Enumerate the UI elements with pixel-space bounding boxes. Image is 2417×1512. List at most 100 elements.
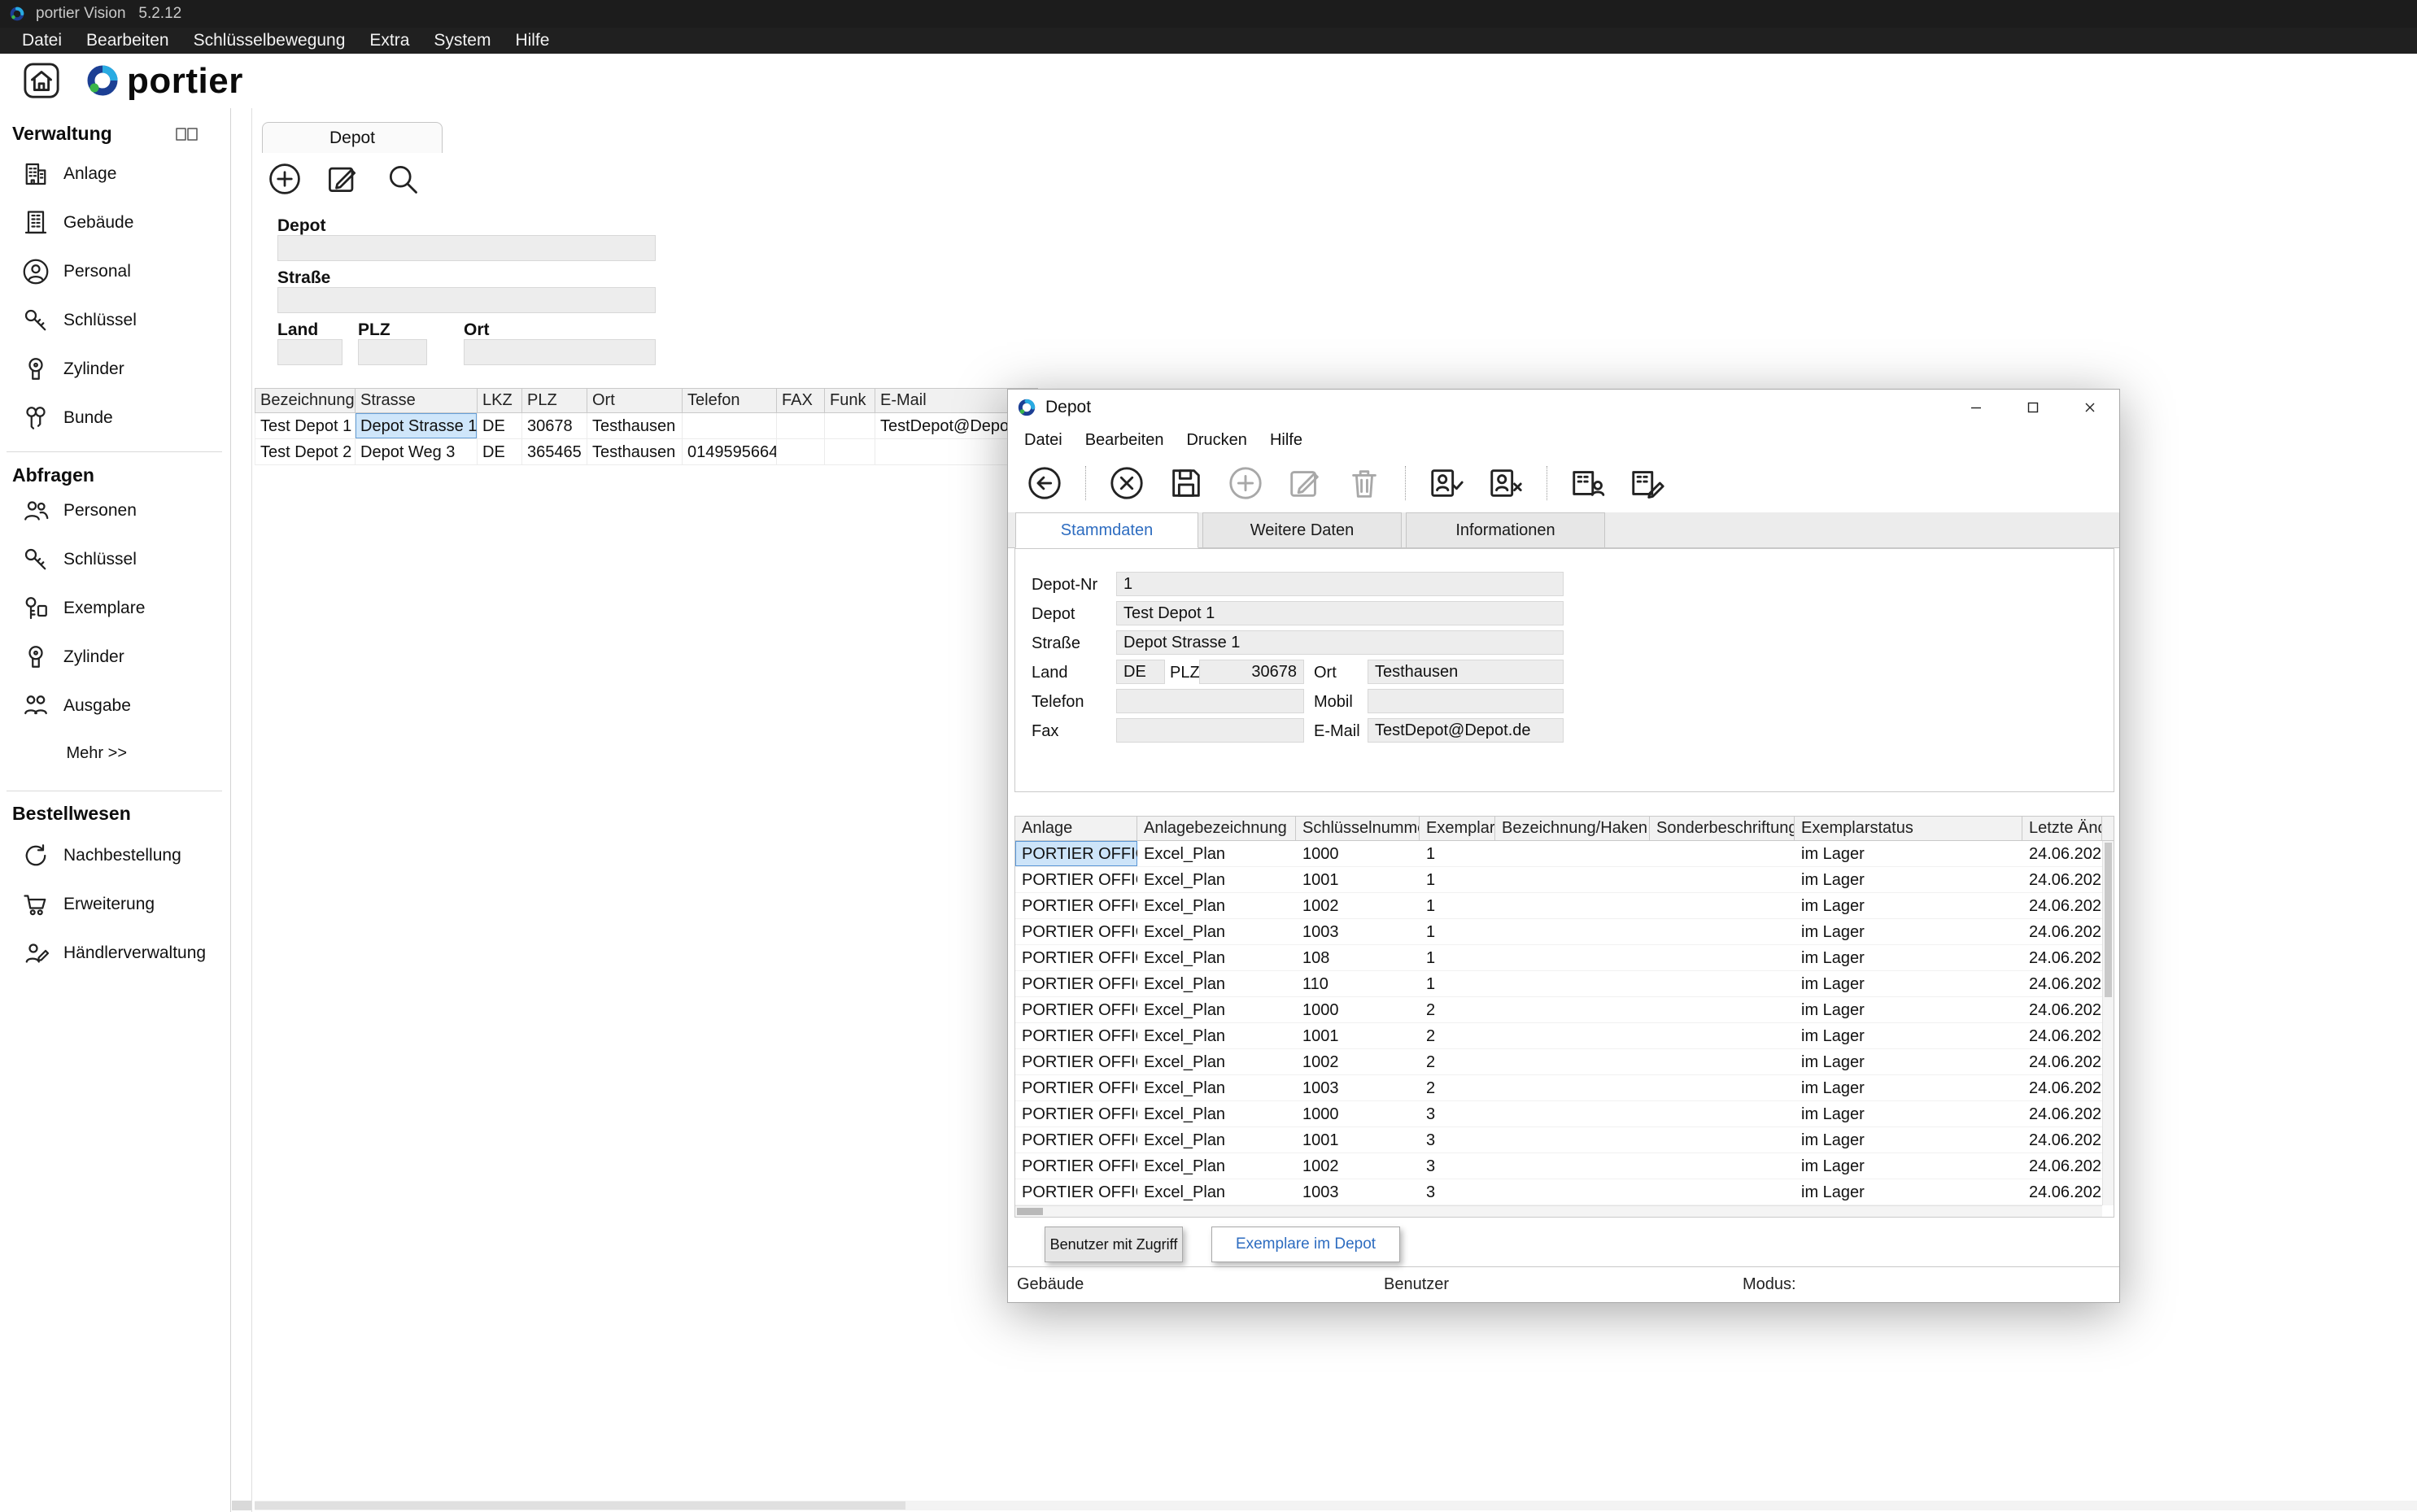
- menu-item[interactable]: Hilfe: [1259, 425, 1314, 455]
- table-row[interactable]: PORTIER OFFICE Excel_Plan 1003 3 im Lage…: [1015, 1179, 2114, 1205]
- horizontal-scrollbar[interactable]: [255, 1501, 2417, 1510]
- column-header[interactable]: LKZ: [478, 389, 522, 413]
- column-header[interactable]: Funk: [825, 389, 875, 413]
- add-icon[interactable]: [1227, 464, 1264, 502]
- sidebar-item[interactable]: Zylinder: [0, 345, 230, 394]
- column-header[interactable]: Strasse: [356, 389, 478, 413]
- more-link[interactable]: Mehr >>: [67, 744, 127, 763]
- column-header[interactable]: Exemplarstatus: [1795, 817, 2022, 841]
- telefon-input[interactable]: [1116, 689, 1304, 713]
- tab-informationen[interactable]: Informationen: [1406, 512, 1605, 547]
- tab-benutzer-mit-zugriff[interactable]: Benutzer mit Zugriff: [1045, 1227, 1183, 1262]
- edit-icon[interactable]: [1286, 464, 1324, 502]
- column-header[interactable]: Exemplar: [1420, 817, 1495, 841]
- table-row[interactable]: Test Depot 2 Depot Weg 3 DE 365465 Testh…: [255, 439, 1038, 465]
- strasse-input[interactable]: [1116, 630, 1564, 655]
- fax-input[interactable]: [1116, 718, 1304, 743]
- panel-toggle-icon[interactable]: [176, 125, 199, 143]
- ort-input[interactable]: [1368, 660, 1564, 684]
- table-row[interactable]: Test Depot 1 Depot Strasse 1 DE 30678 Te…: [255, 413, 1038, 439]
- menu-item[interactable]: Datei: [1013, 425, 1074, 455]
- depot-edit-icon[interactable]: [1629, 464, 1666, 502]
- sidebar-item[interactable]: Schlüssel: [0, 535, 230, 584]
- user-access-remove-icon[interactable]: [1487, 464, 1525, 502]
- column-header[interactable]: Bezeichnung/Haken: [1495, 817, 1650, 841]
- filter-strasse-input[interactable]: [277, 287, 656, 313]
- back-icon[interactable]: [1026, 464, 1063, 502]
- column-header[interactable]: PLZ: [522, 389, 587, 413]
- column-header[interactable]: FAX: [777, 389, 825, 413]
- menu-item[interactable]: Extra: [357, 28, 421, 54]
- column-header[interactable]: Ort: [587, 389, 683, 413]
- vertical-scrollbar-thumb[interactable]: [2105, 843, 2112, 997]
- filter-land-input[interactable]: [277, 339, 342, 365]
- sidebar-item[interactable]: Exemplare: [0, 584, 230, 633]
- table-row[interactable]: PORTIER OFFICE Excel_Plan 1000 2 im Lage…: [1015, 997, 2114, 1023]
- table-row[interactable]: PORTIER OFFICE Excel_Plan 1002 3 im Lage…: [1015, 1153, 2114, 1179]
- plz-input[interactable]: [1199, 660, 1304, 684]
- menu-item[interactable]: Bearbeiten: [74, 28, 181, 54]
- dialog-titlebar[interactable]: Depot: [1008, 390, 2119, 425]
- filter-plz-input[interactable]: [358, 339, 427, 365]
- sidebar-item[interactable]: Gebäude: [0, 198, 230, 247]
- search-icon[interactable]: [385, 161, 421, 197]
- sidebar-item[interactable]: Personal: [0, 247, 230, 296]
- depot-input[interactable]: [1116, 601, 1564, 625]
- table-row[interactable]: PORTIER OFFICE Excel_Plan 1000 3 im Lage…: [1015, 1101, 2114, 1127]
- sidebar-item[interactable]: Erweiterung: [0, 880, 230, 929]
- land-input[interactable]: [1116, 660, 1165, 684]
- user-access-add-icon[interactable]: [1428, 464, 1465, 502]
- depot-nr-input[interactable]: [1116, 572, 1564, 596]
- delete-icon[interactable]: [1346, 464, 1383, 502]
- table-row[interactable]: PORTIER OFFICE Excel_Plan 1003 2 im Lage…: [1015, 1075, 2114, 1101]
- menu-item[interactable]: Hilfe: [503, 28, 561, 54]
- filter-depot-input[interactable]: [277, 235, 656, 261]
- horizontal-scrollbar-thumb[interactable]: [255, 1501, 905, 1510]
- tab-stammdaten[interactable]: Stammdaten: [1015, 512, 1198, 548]
- table-row[interactable]: PORTIER OFFICE Excel_Plan 1001 3 im Lage…: [1015, 1127, 2114, 1153]
- menu-item[interactable]: Bearbeiten: [1074, 425, 1176, 455]
- table-row[interactable]: PORTIER OFFICE Excel_Plan 1002 2 im Lage…: [1015, 1049, 2114, 1075]
- window-titlebar[interactable]: portier Vision 5.2.12: [0, 0, 2417, 28]
- column-header[interactable]: Schlüsselnummer: [1296, 817, 1420, 841]
- menu-item[interactable]: Schlüsselbewegung: [181, 28, 358, 54]
- tab-depot[interactable]: Depot: [262, 122, 443, 153]
- sidebar-item[interactable]: Schlüssel: [0, 296, 230, 345]
- sidebar-item[interactable]: Personen: [0, 486, 230, 535]
- table-row[interactable]: PORTIER OFFICE Excel_Plan 1001 2 im Lage…: [1015, 1023, 2114, 1049]
- cancel-icon[interactable]: [1108, 464, 1145, 502]
- table-row[interactable]: PORTIER OFFICE Excel_Plan 1001 1 im Lage…: [1015, 867, 2114, 893]
- sidebar-item[interactable]: Bunde: [0, 394, 230, 442]
- sidebar-item[interactable]: Anlage: [0, 150, 230, 198]
- sidebar-item[interactable]: Nachbestellung: [0, 831, 230, 880]
- sidebar-item[interactable]: Zylinder: [0, 633, 230, 682]
- horizontal-scrollbar[interactable]: [1015, 1205, 2102, 1217]
- tab-exemplare-im-depot[interactable]: Exemplare im Depot: [1211, 1227, 1400, 1262]
- table-row[interactable]: PORTIER OFFICE Excel_Plan 110 1 im Lager…: [1015, 971, 2114, 997]
- mobil-input[interactable]: [1368, 689, 1564, 713]
- tab-weitere-daten[interactable]: Weitere Daten: [1202, 512, 1402, 547]
- column-header[interactable]: Letzte Ände: [2022, 817, 2102, 841]
- filter-ort-input[interactable]: [464, 339, 656, 365]
- table-row[interactable]: PORTIER OFFICE Excel_Plan 1003 1 im Lage…: [1015, 919, 2114, 945]
- vertical-scrollbar[interactable]: [2102, 841, 2114, 1205]
- sidebar-item[interactable]: Ausgabe: [0, 682, 230, 730]
- depot-user-add-icon[interactable]: [1569, 464, 1607, 502]
- table-row[interactable]: PORTIER OFFICE Excel_Plan 1002 1 im Lage…: [1015, 893, 2114, 919]
- email-input[interactable]: [1368, 718, 1564, 743]
- maximize-button[interactable]: [2015, 394, 2051, 420]
- column-header[interactable]: Sonderbeschriftung: [1650, 817, 1795, 841]
- column-header[interactable]: Telefon: [683, 389, 777, 413]
- column-header[interactable]: Anlage: [1015, 817, 1137, 841]
- column-header[interactable]: Bezeichnung: [255, 389, 356, 413]
- horizontal-scrollbar-thumb[interactable]: [1017, 1208, 1043, 1215]
- table-row[interactable]: PORTIER OFFICE Excel_Plan 108 1 im Lager…: [1015, 945, 2114, 971]
- minimize-button[interactable]: [1958, 394, 1994, 420]
- menu-item[interactable]: System: [421, 28, 503, 54]
- edit-depot-button[interactable]: [325, 161, 360, 197]
- close-button[interactable]: [2072, 394, 2108, 420]
- column-header[interactable]: Anlagebezeichnung: [1137, 817, 1296, 841]
- sidebar-item[interactable]: Händlerverwaltung: [0, 929, 230, 978]
- table-row[interactable]: PORTIER OFFICE Excel_Plan 1000 1 im Lage…: [1015, 841, 2114, 867]
- home-button[interactable]: [23, 62, 60, 99]
